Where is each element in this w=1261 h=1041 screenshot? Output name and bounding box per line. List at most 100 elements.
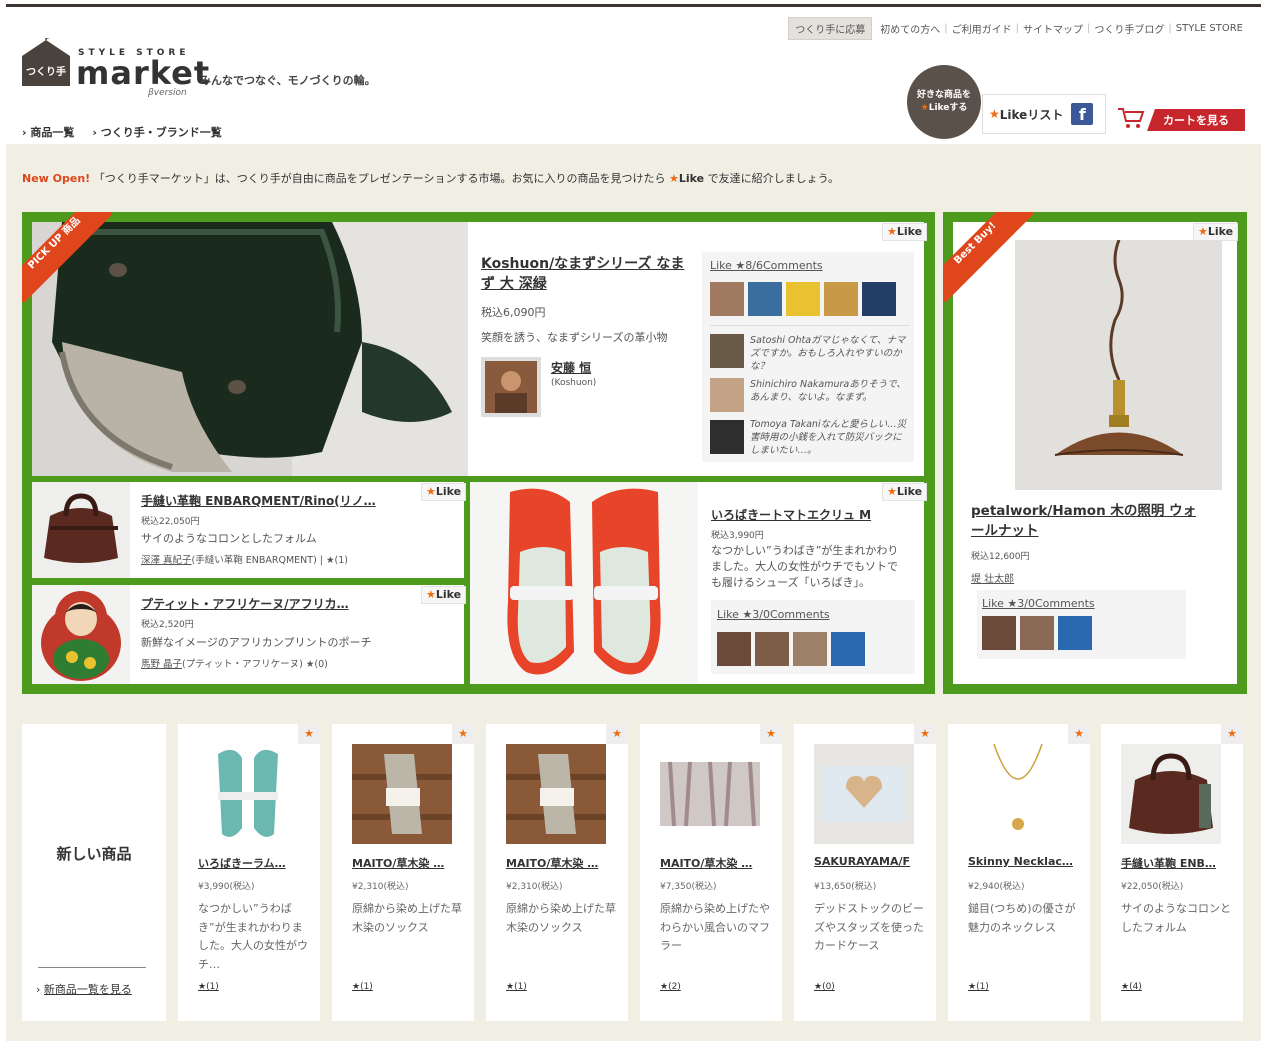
liker-avatar[interactable] — [824, 282, 858, 316]
util-link-sitemap[interactable]: サイトマップ — [1023, 21, 1083, 36]
new-item-card[interactable]: ★ Skinny Necklac… ¥2,940(税込) 鎚目(つちめ)の優さが… — [948, 724, 1090, 1021]
bestbuy-product-image[interactable] — [1015, 240, 1222, 490]
commenter-name[interactable]: Tomoya Takani — [750, 419, 821, 430]
star-icon[interactable]: ★ — [298, 724, 320, 744]
star-icon[interactable]: ★ — [914, 724, 936, 744]
sub-item-3-like[interactable]: ★Like — [882, 483, 928, 501]
star-icon[interactable]: ★ — [452, 724, 474, 744]
new-item-desc: 鎚目(つちめ)の優さが魅力のネックレス — [968, 902, 1076, 934]
util-link-style-store[interactable]: STYLE STORE — [1176, 23, 1243, 34]
new-items-heading-card — [22, 724, 166, 1021]
new-item-image[interactable] — [1121, 744, 1221, 844]
new-item-image[interactable] — [506, 744, 606, 844]
new-item-title[interactable]: Skinny Necklac… — [968, 855, 1078, 868]
sub-item-1-like[interactable]: ★Like — [421, 483, 467, 501]
new-item-count[interactable]: ★(1) — [352, 982, 373, 992]
new-item-count[interactable]: ★(1) — [968, 982, 989, 992]
new-item-count[interactable]: ★(2) — [660, 982, 681, 992]
new-item-count[interactable]: ★(1) — [198, 982, 219, 992]
sub-item-1-image[interactable] — [32, 482, 130, 578]
new-item-image[interactable] — [814, 744, 914, 844]
apply-maker-button[interactable]: つくり手に応募 — [788, 17, 873, 40]
comment-3: Tomoya Takaniなんと愛らしい…災害時用の小銭を入れて防災バックにしま… — [750, 418, 910, 457]
sub-item-2-image[interactable] — [32, 585, 130, 684]
liker-avatar[interactable] — [793, 632, 827, 666]
sub-item-2-title[interactable]: プティット・アフリケーヌ/アフリカ… — [141, 594, 349, 614]
pickup-price: 税込6,090円 — [481, 306, 546, 319]
logo-house-icon[interactable]: つくり手 — [22, 38, 70, 86]
maker-link[interactable]: 深澤 真紀子 — [141, 555, 192, 566]
liker-avatar[interactable] — [755, 632, 789, 666]
commenter-avatar[interactable] — [710, 334, 744, 368]
commenter-avatar[interactable] — [710, 420, 744, 454]
liker-avatar[interactable] — [786, 282, 820, 316]
new-item-count[interactable]: ★(1) — [506, 982, 527, 992]
new-item-image[interactable] — [352, 744, 452, 844]
new-item-card[interactable]: ★ MAITO/草木染 … ¥2,310(税込) 原綿から染め上げた草木染のソッ… — [486, 724, 628, 1021]
new-item-title[interactable]: MAITO/草木染 … — [660, 855, 770, 871]
pickup-like-label: Like — [896, 225, 923, 238]
bestbuy-like-button[interactable]: ★Like — [1193, 223, 1239, 241]
pickup-maker-brand: (Koshuon) — [551, 378, 597, 388]
nav-products[interactable]: › 商品一覧 — [22, 124, 74, 140]
star-icon[interactable]: ★ — [1068, 724, 1090, 744]
sub-item-3-image[interactable] — [470, 482, 698, 684]
new-item-price: ¥3,990(税込) — [198, 882, 255, 892]
liker-avatar[interactable] — [831, 632, 865, 666]
util-link-blog[interactable]: つくり手ブログ — [1094, 21, 1164, 36]
like-list-button[interactable]: ★ Likeリスト f — [982, 94, 1106, 134]
view-cart-button[interactable]: カートを見る — [1147, 109, 1245, 131]
new-item-card[interactable]: ★ MAITO/草木染 … ¥2,310(税込) 原綿から染め上げた草木染のソッ… — [332, 724, 474, 1021]
pickup-like-stats[interactable]: Like ★8/6Comments — [710, 259, 823, 272]
sub-item-3-title[interactable]: いろばきートマトエクリュ M — [711, 505, 871, 525]
star-icon[interactable]: ★ — [606, 724, 628, 744]
sub-item-2-like[interactable]: ★Like — [421, 586, 467, 604]
liker-avatar[interactable] — [1058, 616, 1092, 650]
sub-item-2-maker: 馬野 晶子(プティット・アフリケーヌ) ★(0) — [141, 656, 328, 670]
new-item-price: ¥2,310(税込) — [506, 882, 563, 892]
new-item-title[interactable]: MAITO/草木染 … — [506, 855, 616, 871]
nav-makers[interactable]: › つくり手・ブランド一覧 — [92, 124, 221, 140]
cart-icon[interactable] — [1117, 106, 1145, 130]
new-item-title[interactable]: 手縫い革鞄 ENB… — [1121, 855, 1231, 871]
bestbuy-title[interactable]: petalwork/Hamon 木の照明 ウォールナット — [971, 501, 1201, 541]
new-items-link[interactable]: › 新商品一覧を見る — [36, 981, 132, 997]
star-icon[interactable]: ★ — [1221, 724, 1243, 744]
new-item-image[interactable] — [660, 744, 760, 844]
liker-avatar[interactable] — [982, 616, 1016, 650]
new-item-count[interactable]: ★(0) — [814, 982, 835, 992]
liker-avatar[interactable] — [748, 282, 782, 316]
bestbuy-maker[interactable]: 堤 壮太郎 — [971, 570, 1014, 585]
new-item-card[interactable]: ★ SAKURAYAMA/F ¥13,650(税込) デッドストックのビーズやス… — [794, 724, 936, 1021]
new-item-card[interactable]: ★ MAITO/草木染 … ¥7,350(税込) 原綿から染め上げたやわらかい風… — [640, 724, 782, 1021]
commenter-avatar[interactable] — [710, 378, 744, 412]
liker-avatar[interactable] — [1020, 616, 1054, 650]
pickup-like-button[interactable]: ★Like — [882, 223, 928, 241]
star-icon[interactable]: ★ — [760, 724, 782, 744]
new-item-card[interactable]: ★ いろばきーラム… ¥3,990(税込) なつかしい”うわばき”が生まれかわり… — [178, 724, 320, 1021]
new-item-title[interactable]: いろばきーラム… — [198, 855, 308, 871]
util-link-guide[interactable]: ご利用ガイド — [952, 21, 1012, 36]
new-item-image[interactable] — [198, 744, 298, 844]
new-item-count[interactable]: ★(4) — [1121, 982, 1142, 992]
maker-link[interactable]: 馬野 晶子 — [141, 659, 182, 670]
logo-market-text[interactable]: market — [76, 54, 210, 92]
sub-item-1-title[interactable]: 手縫い革鞄 ENBARQMENT/Rino(リノ… — [141, 491, 376, 511]
liker-avatar[interactable] — [862, 282, 896, 316]
pickup-maker-name[interactable]: 安藤 恒 — [551, 358, 591, 378]
sub-item-3-stats[interactable]: Like ★3/0Comments — [717, 608, 830, 621]
new-item-image[interactable] — [968, 744, 1068, 844]
commenter-name[interactable]: Satoshi Ohta — [750, 335, 811, 346]
util-link-beginners[interactable]: 初めての方へ — [880, 21, 940, 36]
maker-avatar[interactable] — [481, 357, 541, 417]
commenter-name[interactable]: Shinichiro Nakamura — [750, 379, 849, 390]
liker-avatar[interactable] — [710, 282, 744, 316]
new-item-card[interactable]: ★ 手縫い革鞄 ENB… ¥22,050(税込) サイのようなコロンとしたフォル… — [1101, 724, 1243, 1021]
pickup-title[interactable]: Koshuon/なまずシリーズ なまず 大 深緑 — [481, 254, 691, 294]
liker-avatar[interactable] — [717, 632, 751, 666]
notice-like: Like — [678, 172, 705, 185]
new-item-title[interactable]: MAITO/草木染 … — [352, 855, 462, 871]
bestbuy-stats[interactable]: Like ★3/0Comments — [982, 597, 1095, 610]
facebook-icon[interactable]: f — [1071, 103, 1094, 125]
new-item-title[interactable]: SAKURAYAMA/F — [814, 855, 924, 868]
